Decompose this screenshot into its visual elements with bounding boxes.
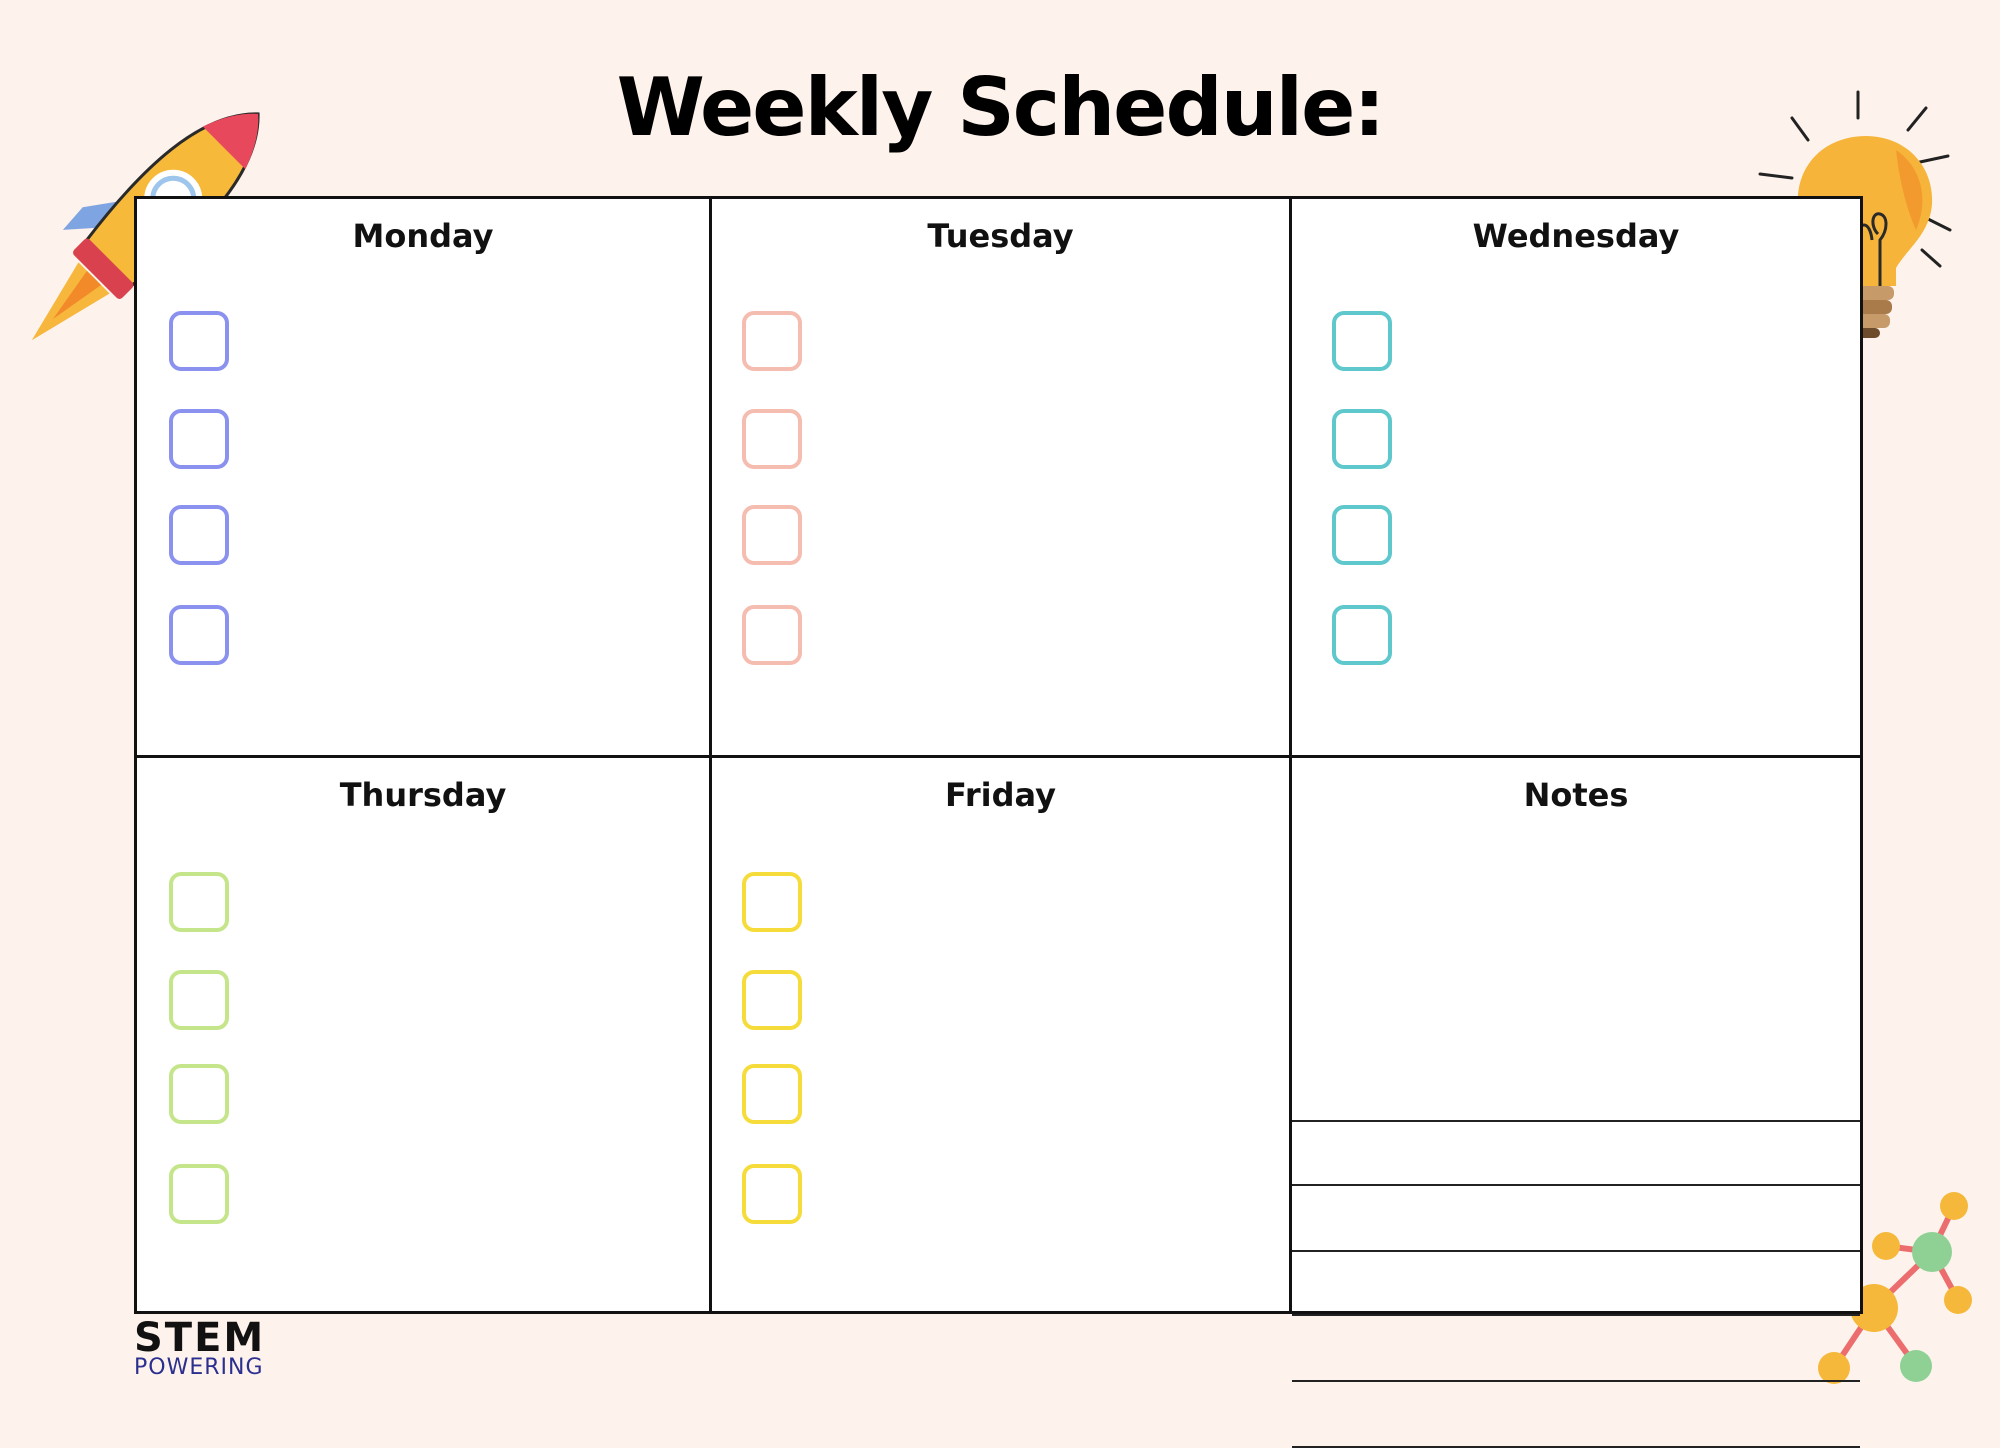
- task-checkbox[interactable]: [169, 1064, 229, 1124]
- task-checkbox[interactable]: [1332, 505, 1392, 565]
- task-checkbox[interactable]: [169, 605, 229, 665]
- task-checkbox[interactable]: [169, 505, 229, 565]
- day-cell-thursday: Thursday: [137, 758, 709, 1311]
- task-checkbox[interactable]: [742, 1064, 802, 1124]
- note-line[interactable]: [1292, 1380, 1860, 1382]
- note-line[interactable]: [1292, 1250, 1860, 1252]
- logo-text-top: STEM: [134, 1315, 266, 1361]
- task-checkbox[interactable]: [742, 872, 802, 932]
- day-title: Tuesday: [927, 217, 1074, 255]
- notes-cell: Notes: [1292, 758, 1860, 1448]
- task-checkbox[interactable]: [169, 409, 229, 469]
- task-checkbox[interactable]: [1332, 311, 1392, 371]
- task-checkbox[interactable]: [1332, 409, 1392, 469]
- note-line[interactable]: [1292, 1120, 1860, 1122]
- task-checkbox[interactable]: [742, 311, 802, 371]
- day-cell-tuesday: Tuesday: [712, 199, 1289, 755]
- task-checkbox[interactable]: [1332, 605, 1392, 665]
- task-checkbox[interactable]: [169, 1164, 229, 1224]
- note-line[interactable]: [1292, 1184, 1860, 1186]
- day-cell-friday: Friday: [712, 758, 1289, 1311]
- task-checkbox[interactable]: [169, 970, 229, 1030]
- day-title: Friday: [945, 776, 1056, 814]
- note-line[interactable]: [1292, 1314, 1860, 1316]
- logo-text-bottom: POWERING: [134, 1355, 264, 1380]
- logo: STEM POWERING: [134, 1318, 314, 1380]
- notes-title: Notes: [1523, 776, 1629, 814]
- page-title: Weekly Schedule:: [616, 61, 1386, 154]
- day-title: Monday: [352, 217, 494, 255]
- task-checkbox[interactable]: [742, 505, 802, 565]
- task-checkbox[interactable]: [742, 605, 802, 665]
- task-checkbox[interactable]: [169, 311, 229, 371]
- task-checkbox[interactable]: [742, 1164, 802, 1224]
- day-title: Wednesday: [1472, 217, 1680, 255]
- task-checkbox[interactable]: [742, 970, 802, 1030]
- task-checkbox[interactable]: [169, 872, 229, 932]
- schedule-grid: Monday Tuesday Wednesday Thursday Friday: [134, 196, 1863, 1448]
- day-cell-monday: Monday: [137, 199, 709, 755]
- day-title: Thursday: [339, 776, 507, 814]
- day-cell-wednesday: Wednesday: [1292, 199, 1860, 755]
- task-checkbox[interactable]: [742, 409, 802, 469]
